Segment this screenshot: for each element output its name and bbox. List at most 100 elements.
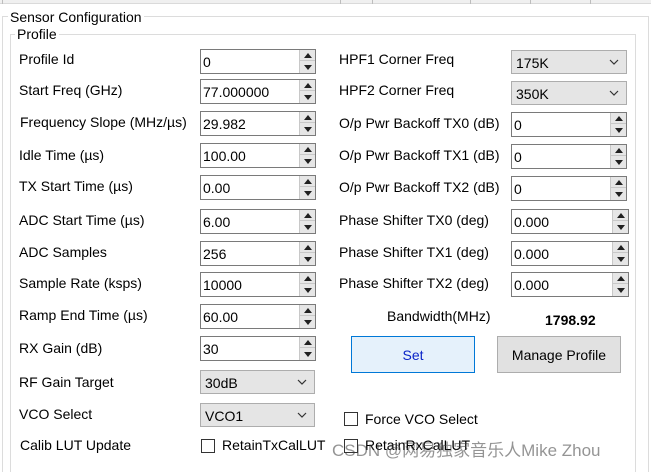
start-freq-spinbox[interactable]: 77.000000: [200, 79, 316, 104]
spin-up-icon[interactable]: [300, 80, 315, 91]
tx-start-time-value[interactable]: 0.00: [203, 180, 230, 196]
phase-shifter-tx2-spinbox[interactable]: 0.000: [511, 272, 629, 297]
manage-profile-button[interactable]: Manage Profile: [497, 336, 621, 373]
ramp-end-time-value[interactable]: 60.00: [203, 309, 238, 325]
adc-start-time-label: ADC Start Time (µs): [19, 212, 145, 228]
rx-gain-value[interactable]: 30: [203, 341, 219, 357]
phase-shifter-tx1-spinbox[interactable]: 0.000: [511, 241, 629, 266]
spin-up-icon[interactable]: [613, 210, 628, 221]
spin-arrows: [299, 80, 315, 103]
set-button[interactable]: Set: [351, 336, 475, 373]
sample-rate-value[interactable]: 10000: [203, 277, 242, 293]
profile-id-spinbox[interactable]: 0: [200, 49, 316, 74]
spin-up-icon[interactable]: [300, 144, 315, 155]
idle-time-spinbox[interactable]: 100.00: [200, 143, 316, 168]
spin-up-icon[interactable]: [300, 50, 315, 61]
adc-samples-value[interactable]: 256: [203, 246, 226, 262]
bandwidth-label: Bandwidth(MHz): [387, 308, 491, 324]
idle-time-value[interactable]: 100.00: [203, 148, 246, 164]
spin-up-icon[interactable]: [300, 210, 315, 221]
op-pwr-backoff-tx0-value[interactable]: 0: [514, 117, 522, 133]
spin-up-icon[interactable]: [300, 176, 315, 187]
op-pwr-backoff-tx1-spinbox[interactable]: 0: [511, 144, 627, 169]
force-vco-select-checkbox[interactable]: [344, 412, 358, 426]
spin-down-icon[interactable]: [300, 187, 315, 199]
spin-up-icon[interactable]: [300, 337, 315, 348]
spin-up-icon[interactable]: [300, 305, 315, 316]
spin-up-icon[interactable]: [613, 273, 628, 284]
force-vco-select-label: Force VCO Select: [365, 411, 478, 427]
spin-down-icon[interactable]: [300, 348, 315, 360]
hpf1-corner-freq-label: HPF1 Corner Freq: [339, 51, 455, 67]
sample-rate-label: Sample Rate (ksps): [19, 275, 142, 291]
idle-time-label: Idle Time (µs): [19, 147, 105, 163]
calib-lut-update-label: Calib LUT Update: [20, 437, 132, 453]
hpf2-corner-freq-label: HPF2 Corner Freq: [339, 82, 455, 98]
phase-shifter-tx0-value[interactable]: 0.000: [514, 214, 549, 230]
spin-down-icon[interactable]: [300, 284, 315, 296]
spin-down-icon[interactable]: [611, 188, 626, 200]
spin-arrows: [299, 337, 315, 360]
spin-down-icon[interactable]: [300, 253, 315, 265]
spin-arrows: [299, 305, 315, 328]
op-pwr-backoff-tx1-value[interactable]: 0: [514, 149, 522, 165]
spin-down-icon[interactable]: [613, 284, 628, 296]
rx-gain-label: RX Gain (dB): [19, 340, 103, 356]
sample-rate-spinbox[interactable]: 10000: [200, 272, 316, 297]
spin-up-icon[interactable]: [300, 242, 315, 253]
spin-down-icon[interactable]: [300, 316, 315, 328]
vco-select-dropdown[interactable]: VCO1: [200, 403, 315, 427]
op-pwr-backoff-tx2-spinbox[interactable]: 0: [511, 176, 627, 201]
op-pwr-backoff-tx0-label: O/p Pwr Backoff TX0 (dB): [339, 115, 500, 131]
hpf1-corner-freq-dropdown[interactable]: 175K: [511, 50, 627, 74]
phase-shifter-tx1-value[interactable]: 0.000: [514, 246, 549, 262]
spin-down-icon[interactable]: [611, 156, 626, 168]
hpf2-corner-freq-dropdown[interactable]: 350K: [511, 81, 627, 105]
chevron-down-icon: [609, 90, 619, 96]
ramp-end-time-spinbox[interactable]: 60.00: [200, 304, 316, 329]
phase-shifter-tx1-label: Phase Shifter TX1 (deg): [339, 244, 489, 260]
vco-select-label: VCO Select: [19, 406, 93, 422]
spin-up-icon[interactable]: [300, 273, 315, 284]
retain-tx-cal-lut-checkbox[interactable]: [201, 439, 215, 453]
adc-start-time-value[interactable]: 6.00: [203, 214, 230, 230]
adc-start-time-spinbox[interactable]: 6.00: [200, 209, 316, 234]
op-pwr-backoff-tx2-value[interactable]: 0: [514, 181, 522, 197]
spin-up-icon[interactable]: [613, 242, 628, 253]
hpf1-corner-freq-value: 175K: [516, 55, 549, 71]
frequency-slope-label: Frequency Slope (MHz/µs): [20, 114, 187, 130]
hpf2-corner-freq-value: 350K: [516, 86, 549, 102]
spin-up-icon[interactable]: [611, 113, 626, 124]
start-freq-value[interactable]: 77.000000: [203, 84, 269, 100]
spin-down-icon[interactable]: [613, 253, 628, 265]
frequency-slope-spinbox[interactable]: 29.982: [200, 111, 316, 136]
spin-down-icon[interactable]: [300, 155, 315, 167]
spin-down-icon[interactable]: [300, 123, 315, 135]
tx-start-time-spinbox[interactable]: 0.00: [200, 175, 316, 200]
rf-gain-target-label: RF Gain Target: [19, 374, 114, 390]
rf-gain-target-dropdown[interactable]: 30dB: [200, 370, 315, 394]
start-freq-label: Start Freq (GHz): [19, 82, 123, 98]
rx-gain-spinbox[interactable]: 30: [200, 336, 316, 361]
spin-up-icon[interactable]: [611, 177, 626, 188]
adc-samples-spinbox[interactable]: 256: [200, 241, 316, 266]
op-pwr-backoff-tx0-spinbox[interactable]: 0: [511, 112, 627, 137]
spin-down-icon[interactable]: [611, 124, 626, 136]
watermark: CSDN @网易独家音乐人Mike Zhou: [332, 441, 601, 460]
spin-down-icon[interactable]: [300, 221, 315, 233]
profile-id-value[interactable]: 0: [203, 54, 211, 70]
spin-arrows: [610, 177, 626, 200]
spin-down-icon[interactable]: [300, 61, 315, 73]
phase-shifter-tx0-spinbox[interactable]: 0.000: [511, 209, 629, 234]
sensor-configuration-title: Sensor Configuration: [8, 9, 144, 25]
spin-down-icon[interactable]: [613, 221, 628, 233]
spin-arrows: [299, 273, 315, 296]
retain-tx-cal-lut-label: RetainTxCalLUT: [222, 437, 326, 453]
spin-down-icon[interactable]: [300, 91, 315, 103]
chevron-down-icon: [297, 379, 307, 385]
phase-shifter-tx2-value[interactable]: 0.000: [514, 277, 549, 293]
spin-up-icon[interactable]: [611, 145, 626, 156]
profile-id-label: Profile Id: [19, 51, 75, 67]
spin-up-icon[interactable]: [300, 112, 315, 123]
frequency-slope-value[interactable]: 29.982: [203, 116, 246, 132]
